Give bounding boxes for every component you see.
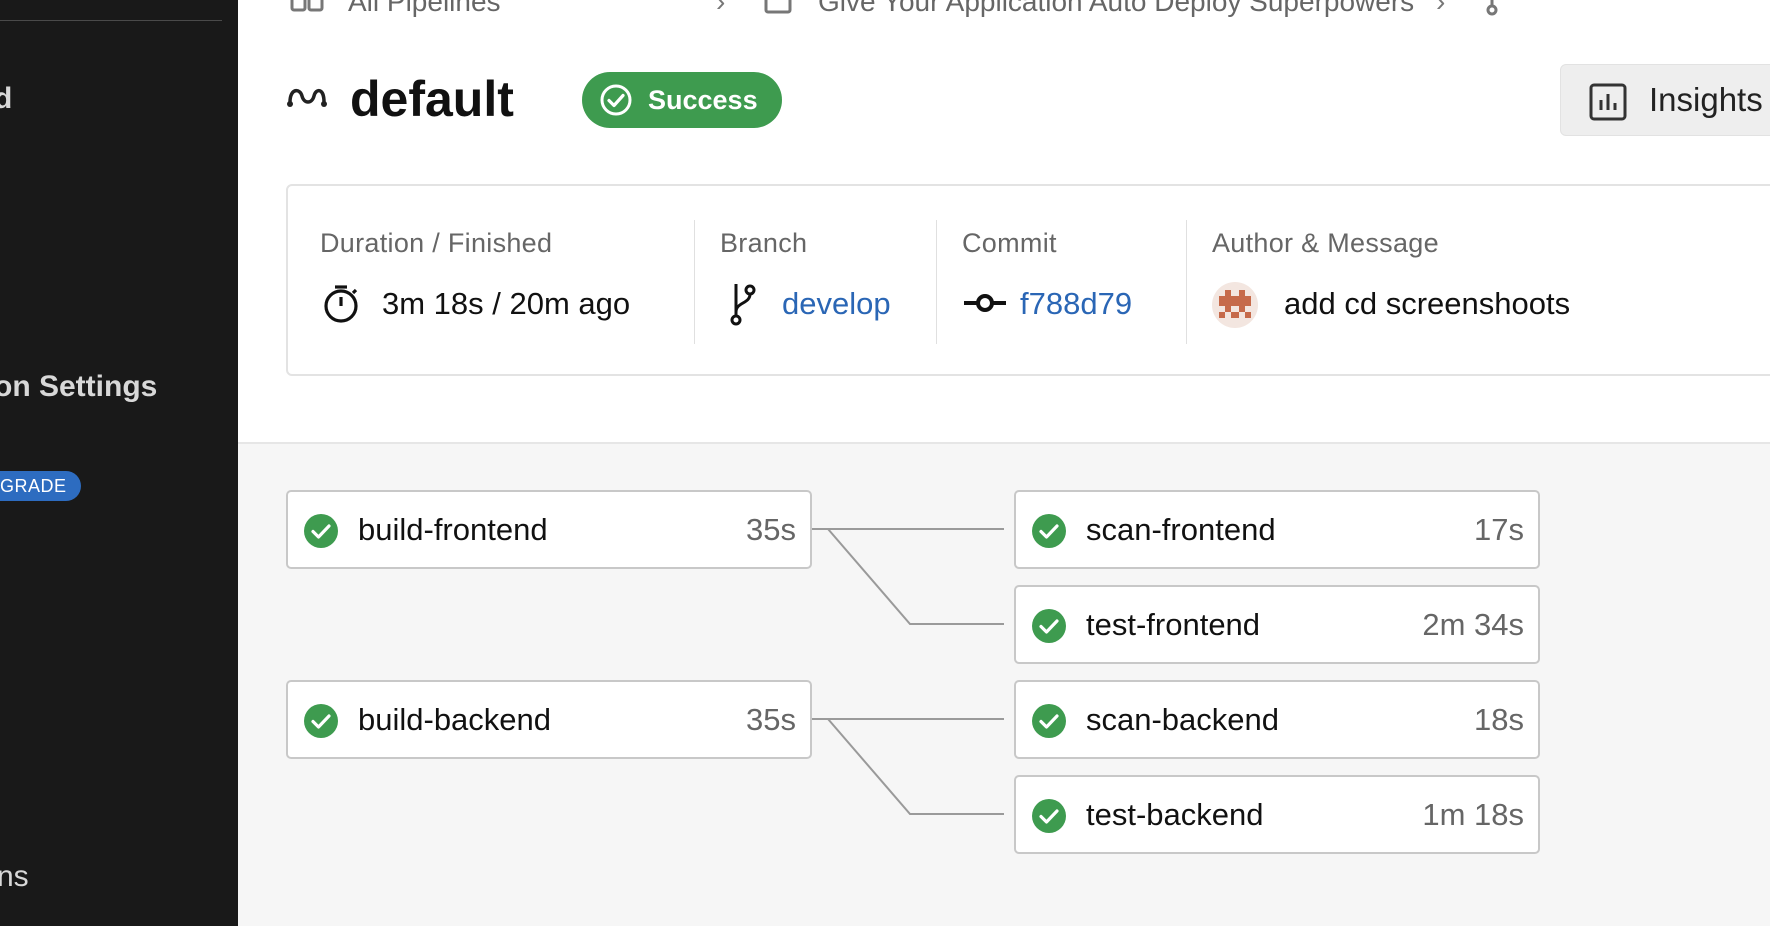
step-scan-frontend[interactable]: scan-frontend 17s (1014, 490, 1540, 569)
bar-chart-icon (1589, 83, 1627, 121)
sidebar-item[interactable]: ns (0, 860, 29, 894)
insights-label: Insights (1649, 81, 1763, 118)
sidebar: d on Settings GRADE ns (0, 0, 238, 926)
divider (694, 220, 695, 344)
status-label: Success (648, 85, 758, 115)
step-duration: 17s (1474, 512, 1524, 547)
page-title: default (350, 71, 514, 127)
step-build-backend[interactable]: build-backend 35s (286, 680, 812, 759)
sidebar-divider (0, 20, 222, 21)
step-duration: 1m 18s (1422, 797, 1524, 832)
step-duration: 2m 34s (1422, 607, 1524, 642)
success-icon (304, 514, 338, 548)
step-name: test-frontend (1086, 607, 1261, 642)
step-duration: 35s (746, 512, 796, 547)
step-name: test-backend (1086, 797, 1264, 832)
divider (1186, 220, 1187, 344)
success-icon (1032, 514, 1066, 548)
pipeline-icon (286, 76, 328, 116)
step-name: build-backend (358, 702, 552, 737)
duration-value: 3m 18s / 20m ago (382, 286, 631, 321)
success-icon (1032, 799, 1066, 833)
step-name: scan-backend (1086, 702, 1280, 737)
repo-icon (764, 0, 794, 23)
branch-label: Branch (720, 228, 808, 258)
step-test-frontend[interactable]: test-frontend 2m 34s (1014, 585, 1540, 664)
step-name: scan-frontend (1086, 512, 1276, 547)
sidebar-item-settings[interactable]: on Settings (0, 370, 157, 404)
status-badge: Success (582, 72, 782, 128)
commit-message: add cd screenshoots (1284, 286, 1571, 321)
commit-link[interactable]: f788d79 (1020, 286, 1132, 322)
git-commit-icon (964, 294, 1006, 312)
check-circle-icon (600, 84, 632, 116)
step-build-frontend[interactable]: build-frontend 35s (286, 490, 812, 569)
branch-link[interactable]: develop (782, 286, 891, 322)
pipeline-graph: build-frontend 35s scan-frontend 17s tes… (238, 442, 1770, 926)
main-content: All Pipelines › Give Your Application Au… (238, 0, 1770, 926)
branch-icon (1482, 0, 1502, 23)
git-branch-icon (730, 284, 756, 326)
upgrade-badge[interactable]: GRADE (0, 471, 81, 501)
insights-button[interactable]: Insights (1560, 64, 1770, 136)
breadcrumb-separator: › (1436, 0, 1446, 17)
pipelines-icon (290, 0, 324, 14)
duration-label: Duration / Finished (320, 228, 553, 258)
success-icon (1032, 704, 1066, 738)
avatar[interactable] (1212, 282, 1258, 328)
success-icon (1032, 609, 1066, 643)
step-duration: 18s (1474, 702, 1524, 737)
step-name: build-frontend (358, 512, 548, 547)
stopwatch-icon (324, 285, 358, 323)
commit-label: Commit (962, 228, 1057, 258)
breadcrumb-separator: › (716, 0, 726, 17)
sidebar-item[interactable]: d (0, 82, 12, 116)
divider (936, 220, 937, 344)
step-test-backend[interactable]: test-backend 1m 18s (1014, 775, 1540, 854)
author-message-label: Author & Message (1212, 228, 1439, 258)
success-icon (304, 704, 338, 738)
breadcrumb-item-all-pipelines[interactable]: All Pipelines (348, 0, 501, 18)
step-duration: 35s (746, 702, 796, 737)
step-scan-backend[interactable]: scan-backend 18s (1014, 680, 1540, 759)
build-info-card: Duration / Finished 3m 18s / 20m ago Bra… (286, 184, 1770, 376)
breadcrumb-item-project[interactable]: Give Your Application Auto Deploy Superp… (818, 0, 1414, 18)
